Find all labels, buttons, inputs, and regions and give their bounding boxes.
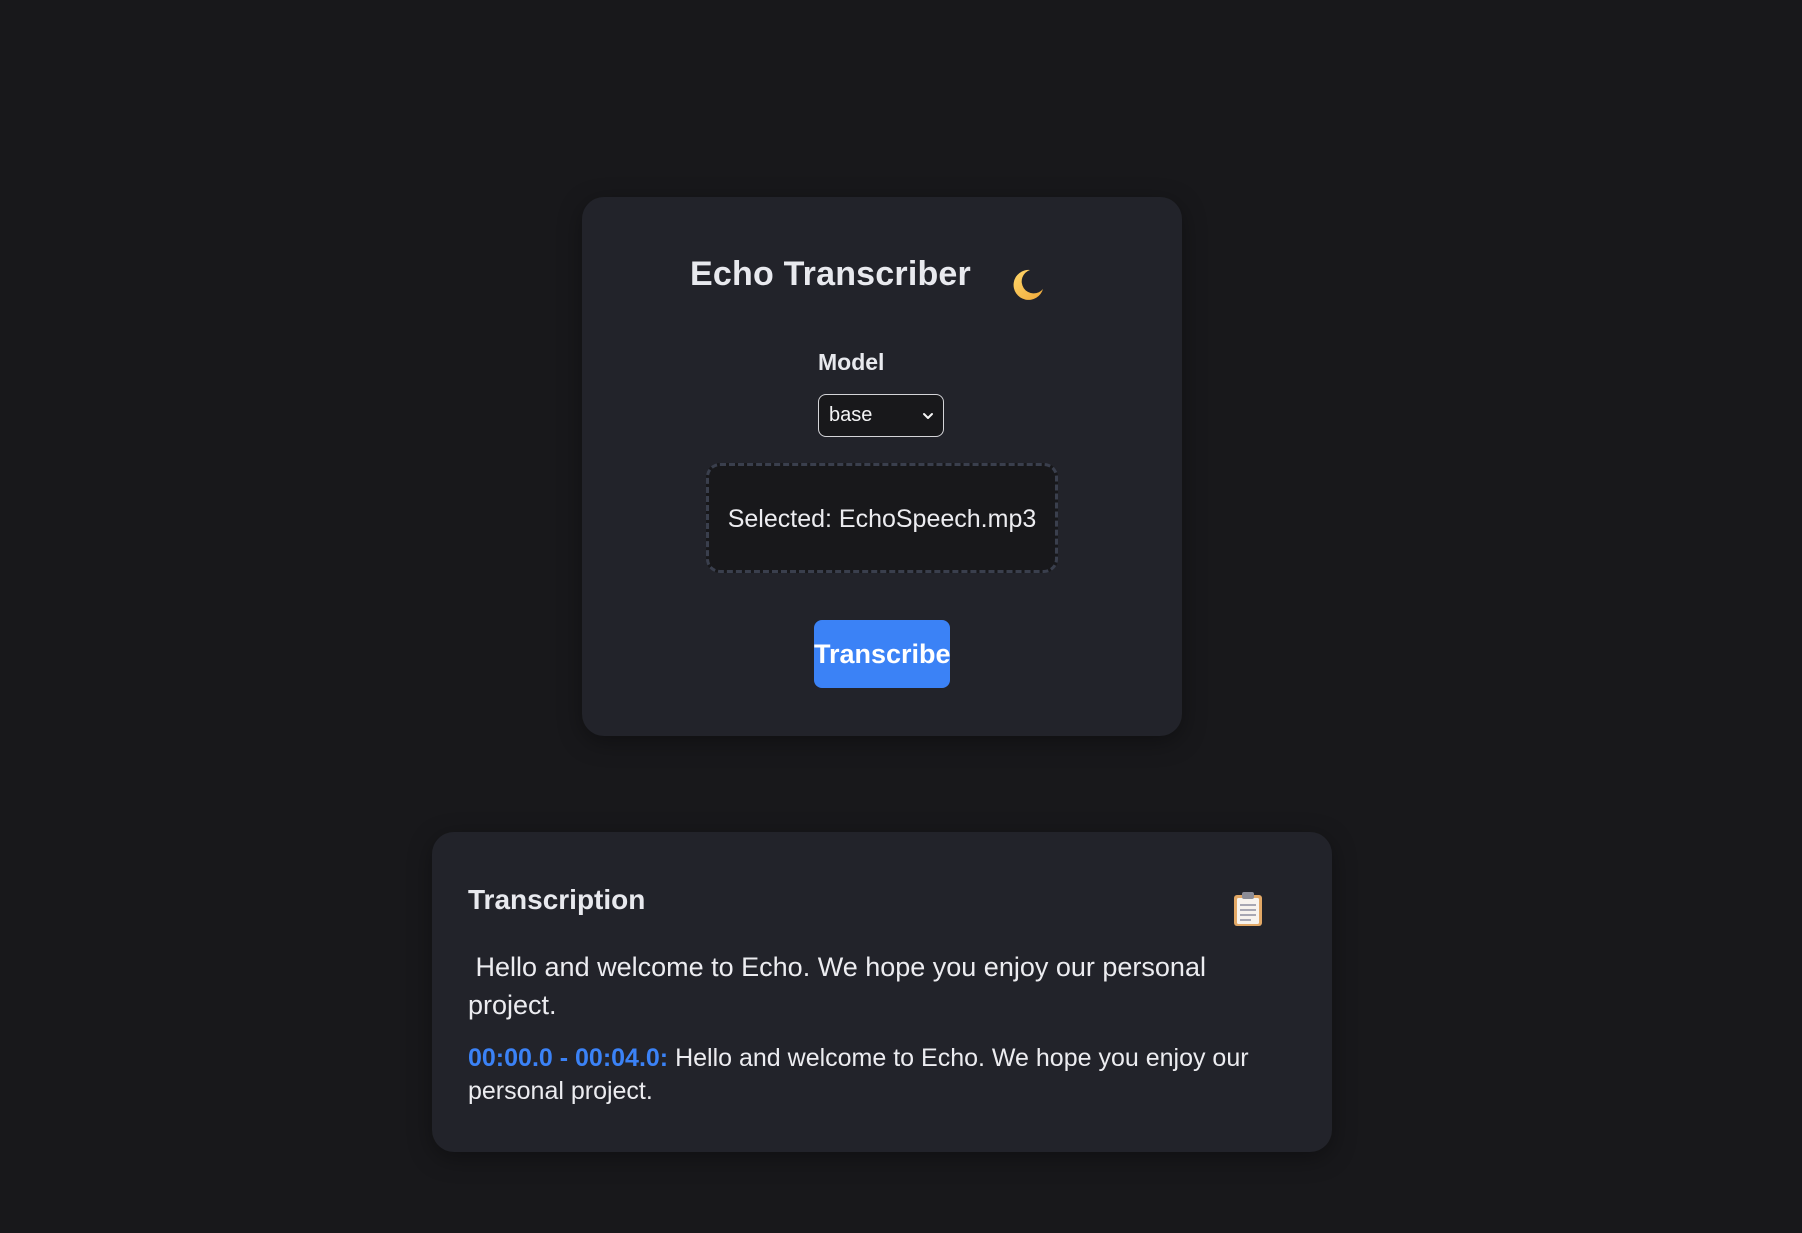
chevron-down-icon bbox=[921, 409, 935, 423]
model-label: Model bbox=[818, 349, 885, 375]
crescent-moon-icon[interactable] bbox=[1010, 267, 1046, 303]
model-select-value: base bbox=[829, 404, 873, 426]
file-drop-zone[interactable]: Selected: EchoSpeech.mp3 bbox=[706, 463, 1058, 573]
transcript-text: Hello and welcome to Echo. We hope you e… bbox=[468, 952, 1214, 1020]
transcribe-button[interactable]: Transcribe bbox=[814, 620, 951, 688]
segment-timestamp: 00:00.0 - 00:04.0: bbox=[468, 1044, 669, 1072]
model-select[interactable]: base bbox=[818, 394, 944, 437]
transcription-title: Transcription bbox=[468, 884, 646, 915]
transcription-card: Transcription Hello and welcome to Echo.… bbox=[432, 832, 1332, 1152]
transcriber-card: Echo Transcriber Model base Selected: Ec… bbox=[582, 197, 1182, 736]
transcript-segment: 00:00.0 - 00:04.0: Hello and welcome to … bbox=[468, 1042, 1298, 1108]
selected-file-text: Selected: EchoSpeech.mp3 bbox=[727, 505, 1037, 533]
app-title: Echo Transcriber bbox=[690, 255, 971, 293]
page: Echo Transcriber Model base Selected: Ec… bbox=[0, 0, 1802, 1233]
clipboard-icon[interactable] bbox=[1232, 890, 1264, 928]
